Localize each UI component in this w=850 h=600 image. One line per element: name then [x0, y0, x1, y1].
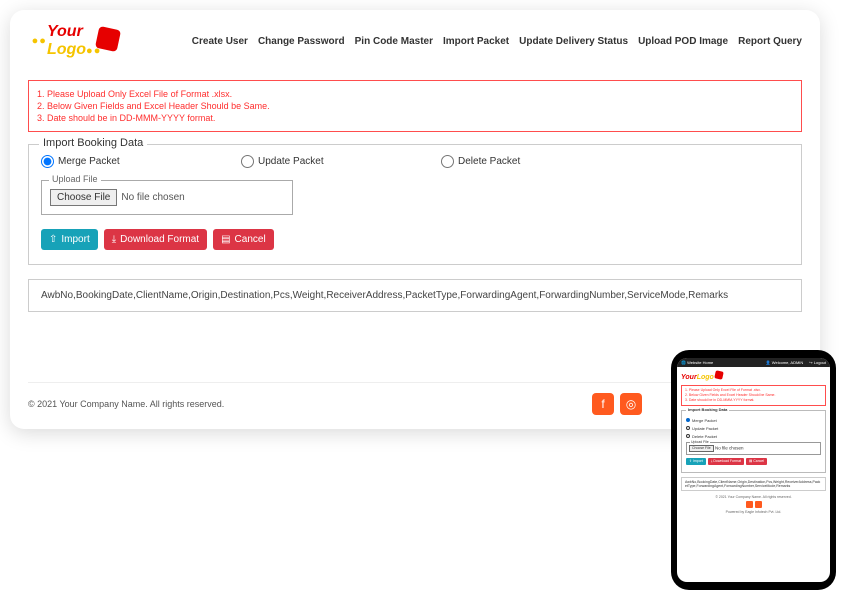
nav-create-user[interactable]: Create User — [192, 36, 248, 47]
phone-topbar: 🌐 Website Home 👤 Welcome, ADMIN ↪ Logout — [677, 358, 830, 367]
radio-update-label: Update Packet — [258, 156, 324, 167]
download-icon: ⤓ — [112, 234, 116, 245]
radio-merge-input[interactable] — [41, 155, 54, 168]
phone-cancel-btn[interactable]: ▤ Cancel — [746, 458, 767, 465]
phone-logout[interactable]: ↪ Logout — [809, 360, 826, 365]
phone-columns: AwbNo,BookingDate,ClientName,Origin,Dest… — [681, 477, 826, 491]
alert-line-2: 2. Below Given Fields and Excel Header S… — [37, 101, 793, 111]
import-button-label: Import — [61, 234, 89, 245]
phone-no-file: No file chosen — [715, 445, 744, 450]
phone-upload[interactable]: Upload File Choose File No file chosen — [686, 442, 821, 455]
phone-radio-merge[interactable]: Merge Packet — [686, 418, 821, 423]
cancel-button[interactable]: ▤ Cancel — [213, 229, 274, 250]
nav-change-password[interactable]: Change Password — [258, 36, 345, 47]
alert-line-1: 1. Please Upload Only Excel File of Form… — [37, 89, 793, 99]
import-button[interactable]: ⇧ Import — [41, 229, 98, 250]
phone-radio-delete[interactable]: Delete Packet — [686, 434, 821, 439]
alert-line-3: 3. Date should be in DD-MMM-YYYY format. — [37, 113, 793, 123]
button-row: ⇧ Import ⤓ Download Format ▤ Cancel — [41, 229, 789, 250]
fieldset-legend: Import Booking Data — [39, 137, 147, 149]
phone-fb-icon[interactable] — [746, 501, 753, 508]
download-format-button[interactable]: ⤓ Download Format — [104, 229, 207, 250]
nav-upload-pod[interactable]: Upload POD Image — [638, 36, 728, 47]
phone-import-fieldset: Import Booking Data Merge Packet Update … — [681, 410, 826, 473]
phone-legend: Import Booking Data — [686, 407, 729, 412]
phone-mockup: 🌐 Website Home 👤 Welcome, ADMIN ↪ Logout… — [671, 350, 836, 590]
logo-your: Your — [47, 23, 83, 40]
facebook-icon[interactable]: f — [592, 393, 614, 415]
file-name-text: No file chosen — [121, 192, 184, 203]
radio-delete-label: Delete Packet — [458, 156, 520, 167]
phone-cube-icon — [714, 370, 723, 379]
file-input[interactable]: Choose File No file chosen — [50, 189, 284, 206]
upload-icon: ⇧ — [49, 234, 57, 245]
nav-import-packet[interactable]: Import Packet — [443, 36, 509, 47]
logo: ●● Your Logo●● — [28, 20, 123, 62]
radio-update[interactable]: Update Packet — [241, 155, 441, 168]
radio-merge[interactable]: Merge Packet — [41, 155, 241, 168]
radio-group: Merge Packet Update Packet Delete Packet — [41, 155, 789, 168]
cube-icon — [95, 26, 121, 52]
radio-delete-input[interactable] — [441, 155, 454, 168]
radio-delete[interactable]: Delete Packet — [441, 155, 641, 168]
alert-box: 1. Please Upload Only Excel File of Form… — [28, 80, 802, 132]
phone-download-btn[interactable]: ⤓ Download Format — [708, 458, 744, 465]
choose-file-button[interactable]: Choose File — [50, 189, 117, 206]
phone-screen: 🌐 Website Home 👤 Welcome, ADMIN ↪ Logout… — [677, 358, 830, 582]
phone-footer: © 2021 Your Company Name. All rights res… — [681, 495, 826, 514]
nav-pin-code-master[interactable]: Pin Code Master — [355, 36, 433, 47]
radio-update-input[interactable] — [241, 155, 254, 168]
document-icon: ▤ — [221, 234, 230, 245]
phone-alert: 1. Please Upload Only Excel File of Form… — [681, 385, 826, 406]
import-fieldset: Import Booking Data Merge Packet Update … — [28, 144, 802, 265]
phone-logo: YourLogo — [681, 371, 826, 381]
cancel-button-label: Cancel — [235, 234, 266, 245]
copyright-text: © 2021 Your Company Name. All rights res… — [28, 399, 224, 409]
phone-welcome: 👤 Welcome, ADMIN — [766, 360, 804, 365]
nav-report-query[interactable]: Report Query — [738, 36, 802, 47]
columns-box: AwbNo,BookingDate,ClientName,Origin,Dest… — [28, 279, 802, 312]
download-button-label: Download Format — [120, 234, 199, 245]
upload-fieldset: Upload File Choose File No file chosen — [41, 180, 293, 215]
upload-legend: Upload File — [49, 174, 101, 184]
phone-import-btn[interactable]: ⇧ Import — [686, 458, 706, 465]
phone-ig-icon[interactable] — [755, 501, 762, 508]
phone-powered: Powered by Eagle Infotech Pvt. Ltd. — [681, 510, 826, 514]
nav-update-delivery[interactable]: Update Delivery Status — [519, 36, 628, 47]
radio-merge-label: Merge Packet — [58, 156, 120, 167]
phone-radio-update[interactable]: Update Packet — [686, 426, 821, 431]
social-links: f ◎ — [592, 393, 642, 415]
logo-logo: Logo — [47, 41, 86, 58]
phone-choose-file[interactable]: Choose File — [689, 445, 714, 452]
header: ●● Your Logo●● Create User Change Passwo… — [28, 20, 802, 62]
phone-home-link[interactable]: 🌐 Website Home — [681, 360, 760, 365]
main-nav: Create User Change Password Pin Code Mas… — [192, 36, 802, 47]
instagram-icon[interactable]: ◎ — [620, 393, 642, 415]
